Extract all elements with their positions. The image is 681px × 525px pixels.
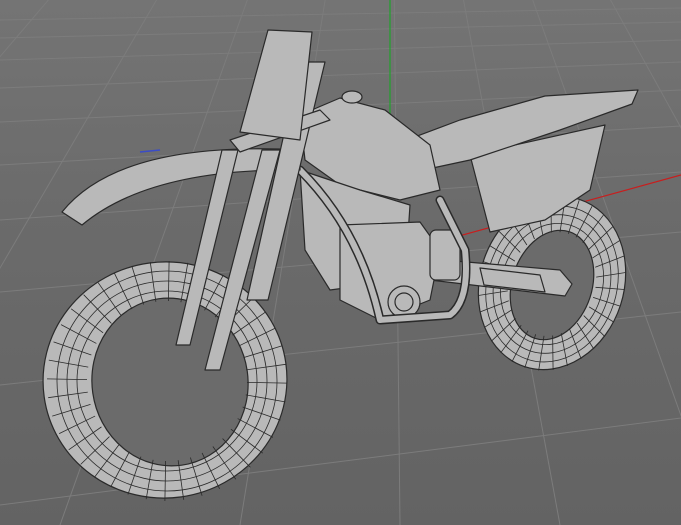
number-plate[interactable] (239, 29, 313, 141)
z-axis-line (139, 149, 161, 153)
viewport-canvas[interactable] (0, 0, 681, 525)
engine[interactable] (339, 221, 461, 321)
motorcycle-model[interactable] (28, 29, 648, 514)
3d-viewport[interactable] (0, 0, 681, 525)
